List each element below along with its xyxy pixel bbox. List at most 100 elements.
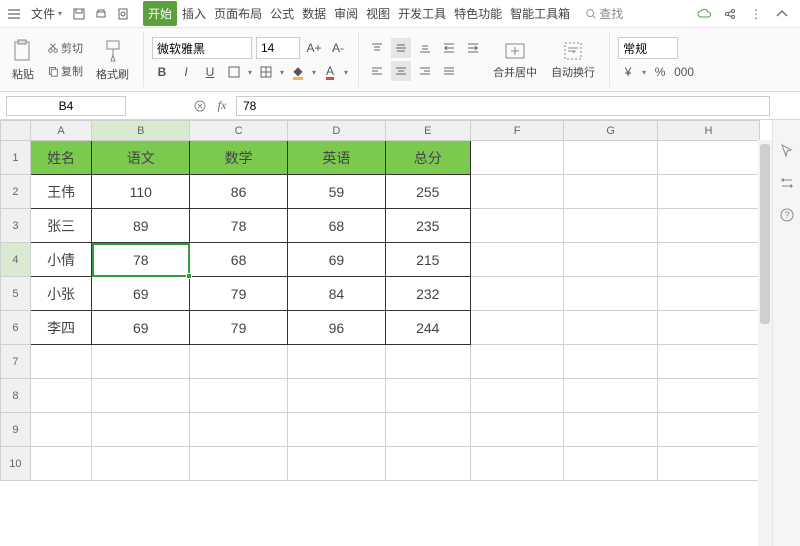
percent-button[interactable]: % xyxy=(650,62,670,82)
cell[interactable] xyxy=(657,141,759,175)
cell[interactable] xyxy=(564,243,658,277)
cell[interactable] xyxy=(657,209,759,243)
col-header-B[interactable]: B xyxy=(92,121,190,141)
cell[interactable]: 215 xyxy=(385,243,470,277)
font-size-select[interactable] xyxy=(256,37,300,59)
cell[interactable] xyxy=(657,379,759,413)
cell[interactable] xyxy=(470,277,564,311)
cell[interactable] xyxy=(385,447,470,481)
row-header[interactable]: 4 xyxy=(1,243,31,277)
help-icon[interactable]: ? xyxy=(778,206,796,224)
cell[interactable]: 68 xyxy=(190,243,288,277)
cell[interactable]: 姓名 xyxy=(30,141,92,175)
chevron-down-icon[interactable]: ▾ xyxy=(344,68,348,77)
cell[interactable]: 王伟 xyxy=(30,175,92,209)
scroll-thumb[interactable] xyxy=(760,144,770,324)
cell[interactable]: 小张 xyxy=(30,277,92,311)
cell[interactable] xyxy=(385,413,470,447)
tab-insert[interactable]: 插入 xyxy=(179,1,209,26)
cell[interactable]: 96 xyxy=(287,311,385,345)
indent-dec-button[interactable] xyxy=(439,38,459,58)
col-header-G[interactable]: G xyxy=(564,121,658,141)
cell[interactable] xyxy=(92,413,190,447)
cell[interactable] xyxy=(564,209,658,243)
cell[interactable]: 69 xyxy=(287,243,385,277)
grow-font-button[interactable]: A+ xyxy=(304,38,324,58)
cell[interactable] xyxy=(470,243,564,277)
cell[interactable] xyxy=(470,345,564,379)
cell[interactable]: 张三 xyxy=(30,209,92,243)
cell[interactable] xyxy=(564,345,658,379)
cell[interactable] xyxy=(190,379,288,413)
copy-button[interactable]: 复制 xyxy=(44,61,86,81)
underline-button[interactable]: U xyxy=(200,62,220,82)
font-name-select[interactable] xyxy=(152,37,252,59)
chevron-down-icon[interactable]: ▾ xyxy=(642,68,646,77)
cell[interactable]: 总分 xyxy=(385,141,470,175)
align-top-button[interactable] xyxy=(367,38,387,58)
tab-feature[interactable]: 特色功能 xyxy=(451,1,505,26)
cell[interactable] xyxy=(30,413,92,447)
cell[interactable]: 小倩 xyxy=(30,243,92,277)
cell[interactable]: 语文 xyxy=(92,141,190,175)
cell-style-button[interactable] xyxy=(256,62,276,82)
italic-button[interactable]: I xyxy=(176,62,196,82)
cell[interactable]: 110 xyxy=(92,175,190,209)
cell[interactable]: 244 xyxy=(385,311,470,345)
cell[interactable]: 李四 xyxy=(30,311,92,345)
cell[interactable]: 英语 xyxy=(287,141,385,175)
cell[interactable] xyxy=(657,311,759,345)
cell[interactable] xyxy=(470,413,564,447)
row-header[interactable]: 10 xyxy=(1,447,31,481)
col-header-C[interactable]: C xyxy=(190,121,288,141)
cell[interactable]: 86 xyxy=(190,175,288,209)
cell[interactable] xyxy=(564,447,658,481)
collapse-icon[interactable] xyxy=(774,6,790,22)
cell[interactable] xyxy=(657,413,759,447)
cell[interactable]: 69 xyxy=(92,277,190,311)
cut-button[interactable]: 剪切 xyxy=(44,38,86,58)
chevron-down-icon[interactable]: ▾ xyxy=(280,68,284,77)
cell[interactable] xyxy=(30,345,92,379)
cancel-icon[interactable] xyxy=(192,98,208,114)
chevron-down-icon[interactable]: ▾ xyxy=(248,68,252,77)
cell[interactable] xyxy=(657,345,759,379)
cell[interactable]: 68 xyxy=(287,209,385,243)
cell[interactable] xyxy=(564,379,658,413)
tab-data[interactable]: 数据 xyxy=(299,1,329,26)
row-header[interactable]: 7 xyxy=(1,345,31,379)
border-button[interactable] xyxy=(224,62,244,82)
align-right-button[interactable] xyxy=(415,61,435,81)
align-left-button[interactable] xyxy=(367,61,387,81)
more-icon[interactable]: ⋮ xyxy=(748,6,764,22)
paste-button[interactable]: 粘贴 xyxy=(8,36,38,84)
cell[interactable]: 255 xyxy=(385,175,470,209)
justify-button[interactable] xyxy=(439,61,459,81)
col-header-A[interactable]: A xyxy=(30,121,92,141)
cell[interactable]: 89 xyxy=(92,209,190,243)
tab-dev[interactable]: 开发工具 xyxy=(395,1,449,26)
indent-inc-button[interactable] xyxy=(463,38,483,58)
col-header-H[interactable]: H xyxy=(657,121,759,141)
cell[interactable] xyxy=(564,277,658,311)
cell[interactable] xyxy=(657,243,759,277)
cell[interactable]: 59 xyxy=(287,175,385,209)
cell[interactable] xyxy=(30,379,92,413)
name-box[interactable] xyxy=(6,96,126,116)
shrink-font-button[interactable]: A- xyxy=(328,38,348,58)
cell[interactable] xyxy=(287,447,385,481)
cell[interactable] xyxy=(470,141,564,175)
tab-home[interactable]: 开始 xyxy=(143,1,177,26)
cell[interactable]: 232 xyxy=(385,277,470,311)
cell[interactable]: 79 xyxy=(190,311,288,345)
vertical-scrollbar[interactable] xyxy=(758,140,772,546)
col-header-F[interactable]: F xyxy=(470,121,564,141)
cell[interactable] xyxy=(190,413,288,447)
wrap-text-button[interactable]: 自动换行 xyxy=(547,38,599,82)
cell[interactable] xyxy=(657,277,759,311)
row-header[interactable]: 5 xyxy=(1,277,31,311)
tab-page-layout[interactable]: 页面布局 xyxy=(211,1,265,26)
format-painter-button[interactable]: 格式刷 xyxy=(92,36,133,84)
cell[interactable]: 78 xyxy=(190,209,288,243)
cell[interactable] xyxy=(657,175,759,209)
